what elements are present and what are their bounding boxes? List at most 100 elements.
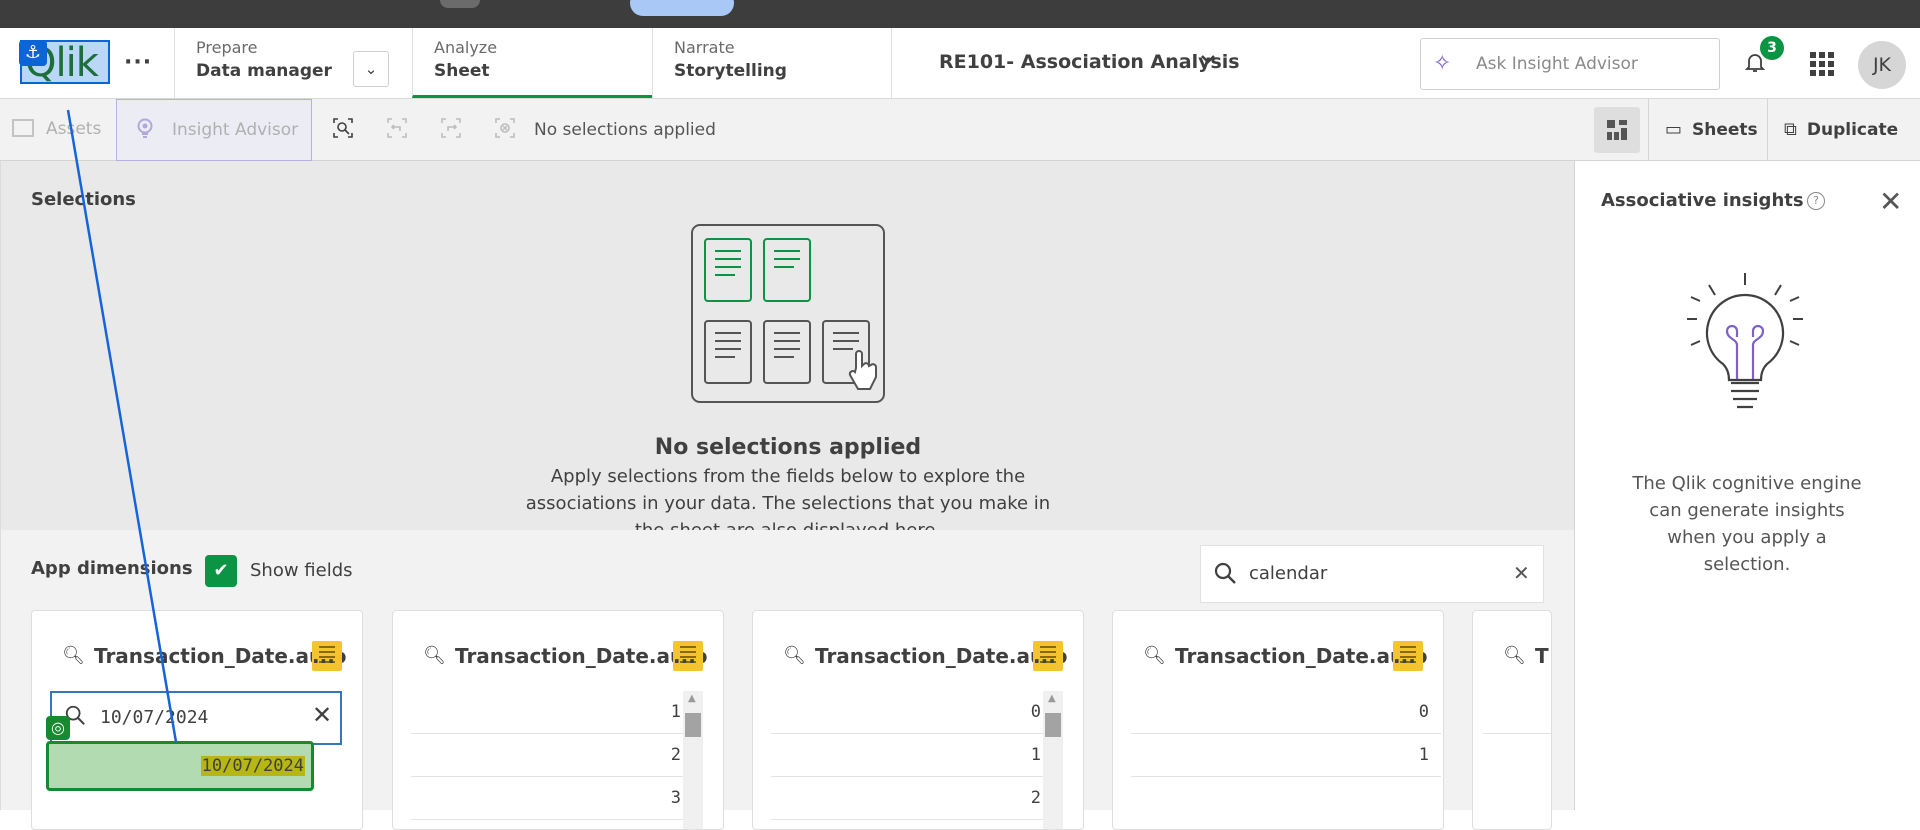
list-item[interactable]: 2 <box>411 734 693 777</box>
dimension-card[interactable]: 🔍︎ T <box>1472 610 1552 830</box>
duplicate-icon: ⧉ <box>1784 119 1797 140</box>
search-result-value: 10/07/2024 <box>200 756 305 776</box>
insight-bulb-icon <box>135 118 155 145</box>
show-fields-checkbox[interactable]: ✔ <box>205 555 237 587</box>
list-item[interactable]: 0 <box>1131 691 1441 734</box>
dimension-search-input[interactable]: calendar ✕ <box>1200 545 1544 603</box>
card-title: Transaction_Date.auto <box>94 644 347 668</box>
browser-top-bar <box>0 0 1920 28</box>
duplicate-label: Duplicate <box>1806 120 1899 140</box>
sheets-label: Sheets <box>1692 120 1758 140</box>
clear-search-icon[interactable]: ✕ <box>1513 561 1530 585</box>
insights-description: The Qlik cognitive engine can generate i… <box>1632 473 1862 575</box>
title-ellipsis: ... <box>312 644 335 668</box>
list-item[interactable]: 1 <box>1131 734 1441 777</box>
title-ellipsis: ... <box>1393 644 1416 668</box>
chevron-down-icon[interactable]: ⌄ <box>353 51 389 87</box>
top-bar-tab <box>440 0 480 8</box>
selections-panel: Selections No selections applied Apply s… <box>0 161 1574 530</box>
assets-label: Assets <box>46 119 102 139</box>
lightbulb-icon <box>1685 271 1805 445</box>
list-item[interactable]: 1 <box>411 691 693 734</box>
target-icon: ◎ <box>46 716 70 740</box>
search-icon[interactable]: 🔍︎ <box>1503 645 1526 666</box>
scroll-up-icon[interactable]: ▲ <box>688 693 696 704</box>
search-icon[interactable]: 🔍︎ <box>423 645 446 666</box>
sparkle-icon: ✧ <box>1433 51 1452 76</box>
app-title-chevron-icon[interactable] <box>1199 50 1217 73</box>
tab-analyze[interactable]: Analyze Sheet <box>412 28 652 98</box>
scrollbar[interactable]: ▲ <box>1043 691 1063 829</box>
empty-state-title: No selections applied <box>654 435 922 460</box>
dimension-card[interactable]: 🔍︎ Transaction_Date.auto ... 0 1 <box>1112 610 1444 830</box>
help-icon[interactable]: ? <box>1807 192 1825 210</box>
notification-badge: 3 <box>1760 36 1784 60</box>
scrollbar-thumb[interactable] <box>685 713 701 737</box>
sheets-button[interactable]: ▭ Sheets <box>1648 99 1767 161</box>
dimension-card[interactable]: 🔍︎ Transaction_Date.auto ... 1 2 3 ▲ <box>392 610 724 830</box>
list-item[interactable]: 0 <box>771 691 1053 734</box>
insight-advisor-button[interactable]: Insight Advisor <box>116 99 312 161</box>
clear-selections-icon <box>491 116 519 144</box>
ask-insight-advisor-input[interactable]: ✧ Ask Insight Advisor <box>1420 38 1720 90</box>
search-icon <box>1213 561 1237 591</box>
search-result-item[interactable]: 10/07/2024 <box>46 741 314 791</box>
scrollbar[interactable]: ▲ <box>683 691 703 829</box>
duplicate-button[interactable]: ⧉ Duplicate <box>1767 99 1920 161</box>
anchor-icon: ⚓ <box>19 40 47 66</box>
app-header: Qlik ⚓ ··· Prepare Data manager ⌄ Analyz… <box>0 28 1920 99</box>
assets-button[interactable]: Assets <box>12 119 101 139</box>
field-search-input[interactable]: 10/07/2024 ✕ <box>50 691 342 745</box>
close-icon[interactable]: ✕ <box>1879 185 1902 218</box>
close-icon[interactable]: ✕ <box>312 701 332 729</box>
app-dimensions-panel: App dimensions ✔ Show fields calendar ✕ … <box>0 530 1574 830</box>
insight-advisor-label: Insight Advisor <box>172 120 299 140</box>
sheets-icon: ▭ <box>1665 119 1683 140</box>
selection-status: No selections applied <box>534 120 716 140</box>
list-item[interactable]: 2 <box>771 777 1053 820</box>
card-title: Transaction_Date.auto <box>815 644 1068 668</box>
layout-grid-button[interactable] <box>1594 107 1640 153</box>
grid-layout-icon <box>1607 120 1627 140</box>
dimension-search-value: calendar <box>1249 563 1328 584</box>
card-title: Transaction_Date.auto <box>455 644 708 668</box>
tab-narrate-value: Storytelling <box>674 61 787 81</box>
ask-placeholder: Ask Insight Advisor <box>1476 54 1638 74</box>
avatar[interactable]: JK <box>1858 41 1906 89</box>
tab-analyze-value: Sheet <box>434 61 490 81</box>
empty-sheet-illustration-icon <box>691 223 891 427</box>
dimension-card[interactable]: 🔍︎ Transaction_Date.auto ... 0 1 2 ▲ <box>752 610 1084 830</box>
title-ellipsis: ... <box>673 644 696 668</box>
search-icon[interactable]: 🔍︎ <box>783 645 806 666</box>
list-item[interactable]: 1 <box>771 734 1053 777</box>
search-icon[interactable]: 🔍︎ <box>1143 645 1166 666</box>
associative-insights-panel: Associative insights ? ✕ The Qlik cognit… <box>1574 161 1920 810</box>
tab-narrate[interactable]: Narrate Storytelling <box>652 28 892 98</box>
scroll-up-icon[interactable]: ▲ <box>1048 693 1056 704</box>
dimensions-title: App dimensions <box>31 558 193 579</box>
show-fields-label: Show fields <box>250 560 353 581</box>
title-ellipsis: ... <box>1033 644 1056 668</box>
apps-grid-icon[interactable] <box>1810 52 1834 76</box>
scrollbar-thumb[interactable] <box>1045 713 1061 737</box>
card-title: Transaction_Date.auto <box>1175 644 1428 668</box>
top-bar-pill <box>630 0 734 16</box>
tab-analyze-label: Analyze <box>434 38 498 57</box>
list-item[interactable] <box>1483 691 1551 734</box>
insights-title: Associative insights <box>1601 190 1804 211</box>
panel-icon <box>12 119 34 137</box>
field-search-value: 10/07/2024 <box>100 707 209 728</box>
dimension-card[interactable]: 🔍︎ Transaction_Date.auto ... 10/07/2024 … <box>31 610 363 830</box>
smart-search-icon[interactable] <box>329 116 357 144</box>
step-forward-icon <box>437 116 465 144</box>
empty-state-description: Apply selections from the fields below t… <box>525 466 1051 530</box>
step-back-icon <box>383 116 411 144</box>
search-icon[interactable]: 🔍︎ <box>62 645 85 666</box>
more-menu-icon[interactable]: ··· <box>124 50 152 75</box>
list-item[interactable]: 3 <box>411 777 693 820</box>
app-title[interactable]: RE101- Association Analysis <box>939 51 1240 73</box>
selections-title: Selections <box>31 189 136 210</box>
tab-narrate-label: Narrate <box>674 38 735 57</box>
sheet-toolbar: Assets Insight Advisor No selections app… <box>0 99 1920 161</box>
card-title: T <box>1535 644 1549 668</box>
